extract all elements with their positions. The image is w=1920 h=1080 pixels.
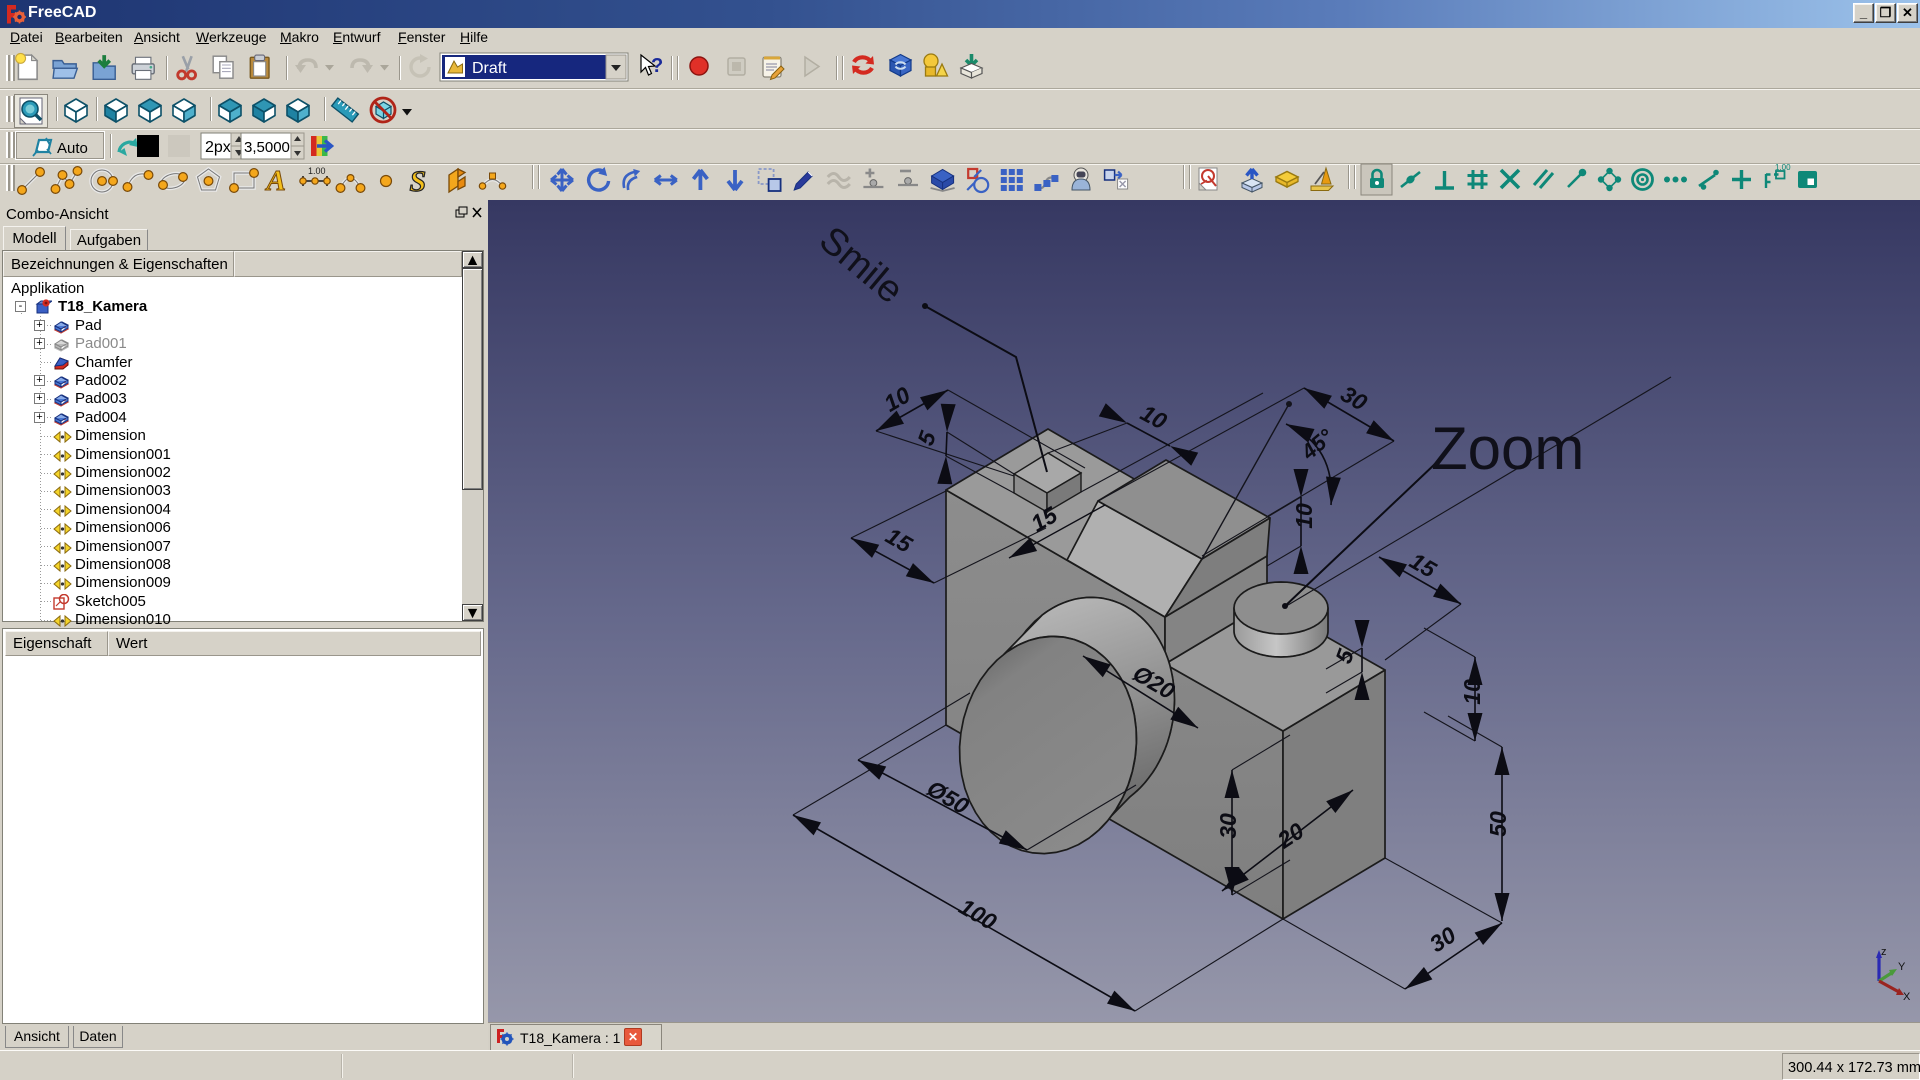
svg-text:A: A: [265, 165, 286, 197]
svg-text:1.00: 1.00: [1775, 163, 1791, 172]
svg-text:50: 50: [1485, 811, 1511, 837]
svg-text:Auto: Auto: [57, 140, 88, 157]
svg-text:X: X: [1903, 991, 1911, 1003]
svg-text:Draft: Draft: [472, 60, 507, 77]
svg-text:z: z: [1881, 946, 1887, 958]
svg-text:Zoom: Zoom: [1431, 415, 1584, 482]
svg-text:?: ?: [651, 55, 663, 77]
svg-text:S: S: [410, 165, 427, 198]
svg-text:3,5000: 3,5000: [244, 139, 290, 156]
svg-text:2px: 2px: [205, 139, 231, 156]
svg-text:Y: Y: [1898, 961, 1906, 973]
svg-text:10: 10: [1291, 503, 1317, 529]
svg-text:1.00: 1.00: [308, 166, 326, 176]
svg-text:30: 30: [1215, 813, 1241, 839]
svg-text:10: 10: [1459, 679, 1485, 705]
